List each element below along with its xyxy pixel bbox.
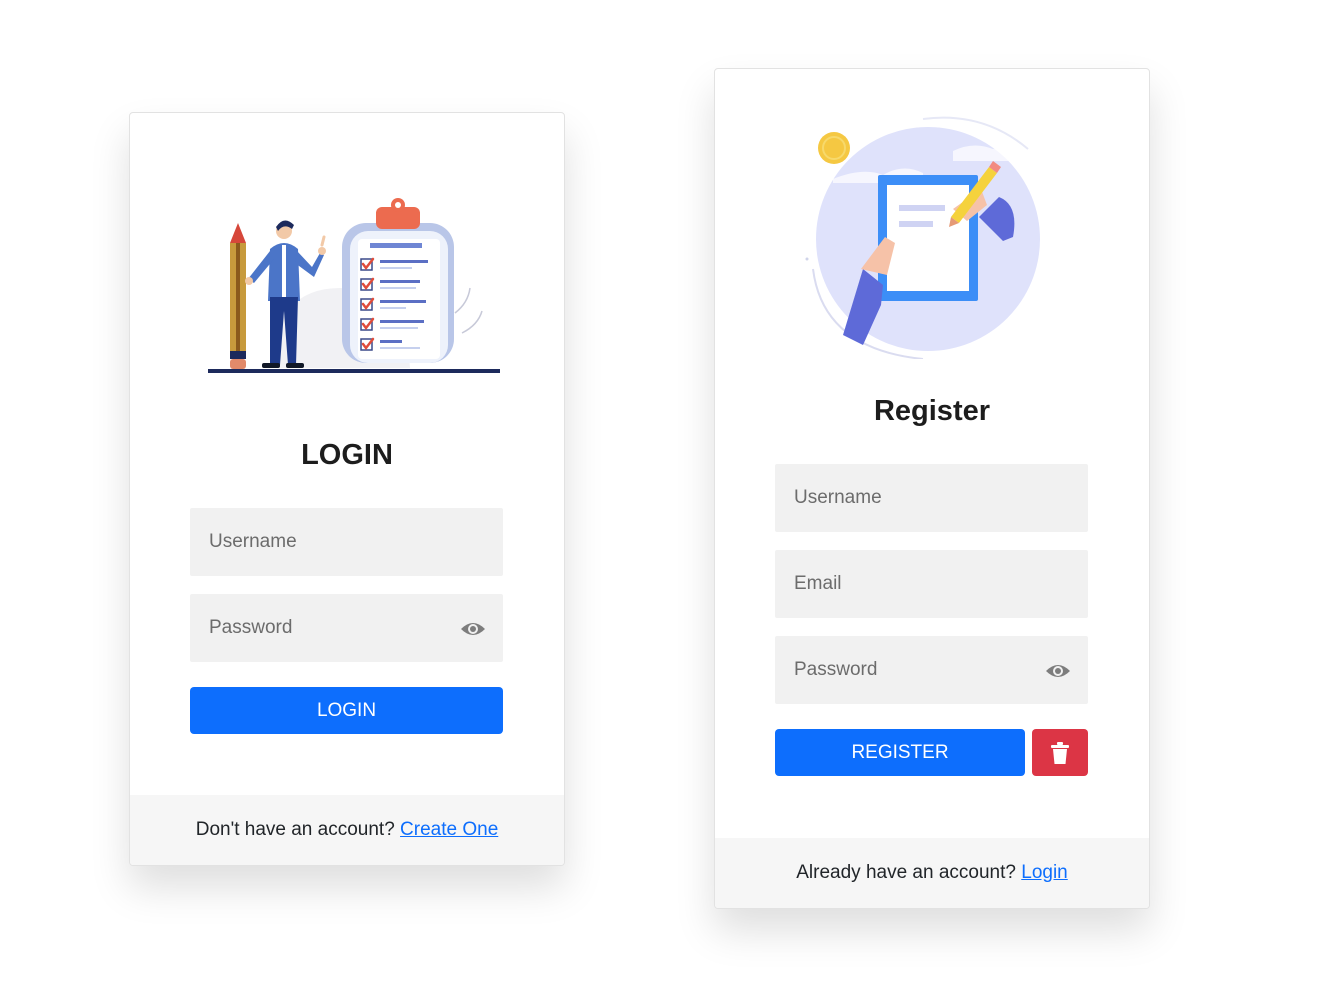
login-footer: Don't have an account? Create One	[130, 795, 564, 865]
trash-icon	[1051, 741, 1069, 764]
login-password-input[interactable]	[190, 594, 503, 662]
login-card: LOGIN LOGIN Don't have an account? Creat…	[129, 112, 565, 866]
login-link[interactable]: Login	[1021, 862, 1068, 883]
eye-icon[interactable]	[460, 620, 486, 638]
eye-icon[interactable]	[1045, 662, 1071, 680]
register-card: Register REGISTER Already have an accoun…	[714, 68, 1150, 909]
register-title: Register	[873, 395, 991, 427]
checklist-illustration	[208, 198, 500, 373]
register-footer-text: Already have an account?	[796, 862, 1022, 883]
login-title: LOGIN	[301, 439, 393, 471]
register-username-input[interactable]	[775, 464, 1088, 532]
document-signing-illustration	[805, 116, 1040, 359]
register-password-input[interactable]	[775, 636, 1088, 704]
login-button[interactable]: LOGIN	[190, 687, 503, 734]
clear-form-button[interactable]	[1032, 729, 1088, 776]
register-footer: Already have an account? Login	[715, 838, 1149, 908]
login-footer-text: Don't have an account?	[195, 819, 401, 840]
register-button[interactable]: REGISTER	[775, 729, 1025, 776]
create-account-link[interactable]: Create One	[400, 819, 498, 840]
register-email-input[interactable]	[775, 550, 1088, 618]
login-username-input[interactable]	[190, 508, 503, 576]
